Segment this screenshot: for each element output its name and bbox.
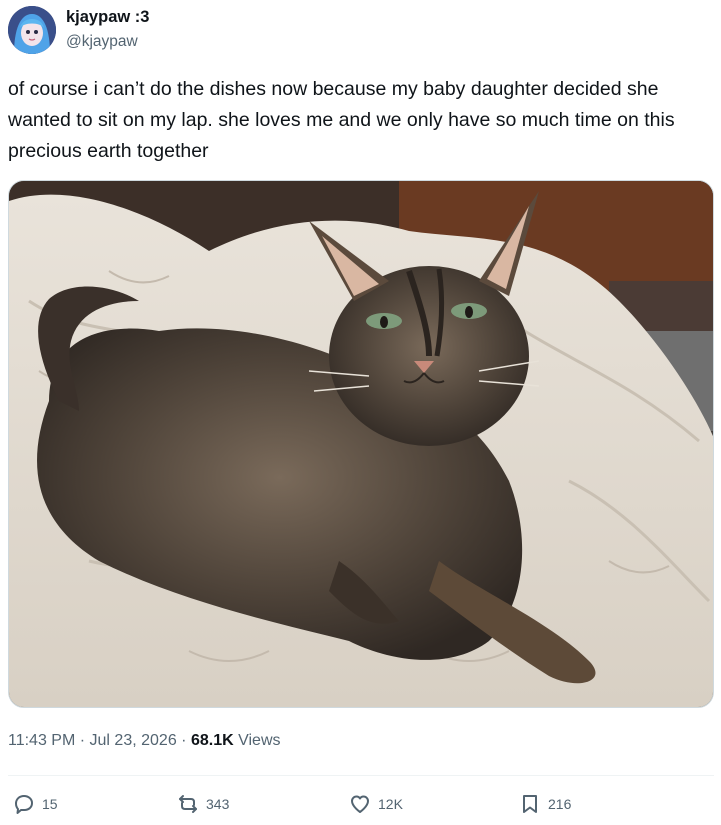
- reply-button[interactable]: 15: [12, 792, 58, 816]
- timestamp-date[interactable]: Jul 23, 2026: [90, 732, 177, 749]
- user-avatar[interactable]: [8, 6, 56, 54]
- bookmark-icon: [523, 795, 537, 813]
- repost-button[interactable]: 343: [176, 792, 229, 816]
- cat-photo: [9, 181, 713, 707]
- anime-avatar-icon: [8, 6, 56, 54]
- reply-count: 15: [42, 796, 58, 812]
- heart-icon: [351, 795, 369, 813]
- views-label: Views: [238, 732, 281, 749]
- timestamp-time[interactable]: 11:43 PM: [8, 732, 75, 749]
- meta-separator: ·: [79, 732, 86, 749]
- tweet-photo[interactable]: [8, 180, 714, 708]
- like-count: 12K: [378, 796, 403, 812]
- bookmark-button[interactable]: 216: [518, 792, 571, 816]
- meta-separator: ·: [181, 732, 187, 749]
- display-name[interactable]: kjaypaw :3: [66, 8, 149, 27]
- divider: [8, 775, 714, 776]
- like-button[interactable]: 12K: [348, 792, 403, 816]
- views-count[interactable]: 68.1K: [191, 732, 234, 749]
- tweet-text: of course i can’t do the dishes now beca…: [8, 78, 675, 162]
- repost-icon: [179, 795, 197, 813]
- reply-icon: [15, 795, 33, 814]
- tweet-meta: 11:43 PM · Jul 23, 2026 · 68.1K Views: [8, 732, 281, 750]
- repost-count: 343: [206, 796, 230, 812]
- bookmark-count: 216: [548, 796, 572, 812]
- user-handle[interactable]: @kjaypaw: [66, 33, 138, 51]
